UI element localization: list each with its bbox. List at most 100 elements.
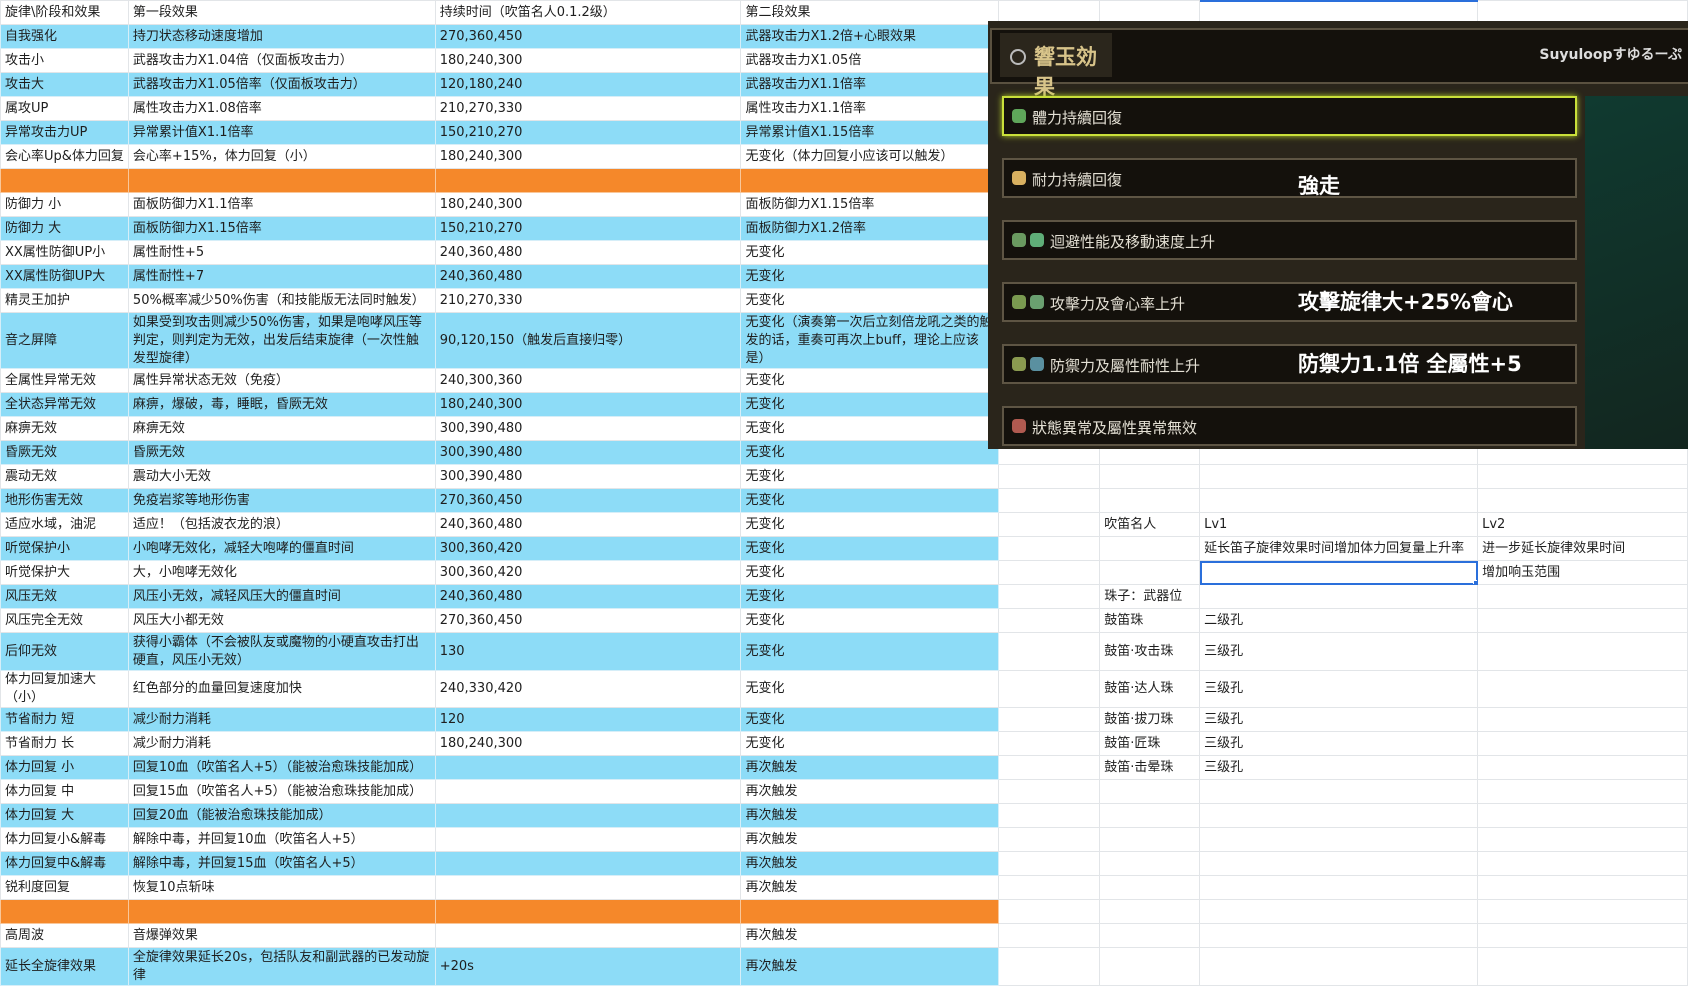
side-cell[interactable] xyxy=(1099,803,1201,828)
table-cell[interactable]: 武器攻击力X1.1倍率 xyxy=(740,72,1000,97)
table-cell[interactable]: 风压大小都无效 xyxy=(127,608,436,633)
side-cell[interactable] xyxy=(998,584,1101,609)
table-cell[interactable]: 面板防御力X1.1倍率 xyxy=(127,192,436,217)
side-cell[interactable] xyxy=(1199,923,1479,948)
table-cell[interactable]: 减少耐力消耗 xyxy=(127,731,436,756)
side-cell[interactable] xyxy=(1477,755,1688,780)
table-cell[interactable]: 无变化 xyxy=(740,560,1000,585)
side-cell[interactable]: 珠子：武器位 xyxy=(1099,584,1201,609)
table-cell[interactable]: 180,240,300 xyxy=(434,48,742,73)
side-cell[interactable] xyxy=(1477,827,1688,852)
table-cell[interactable]: 240,330,420 xyxy=(434,670,742,708)
table-cell[interactable]: 无变化 xyxy=(740,264,1000,289)
side-cell[interactable] xyxy=(1099,779,1201,804)
table-cell[interactable] xyxy=(740,899,1000,924)
table-cell[interactable]: 红色部分的血量回复速度加快 xyxy=(127,670,436,708)
table-cell[interactable]: 属攻UP xyxy=(0,96,129,121)
side-cell[interactable]: 鼓笛·攻击珠 xyxy=(1099,632,1201,671)
side-cell[interactable] xyxy=(1099,560,1201,585)
table-cell[interactable]: 300,390,480 xyxy=(434,440,742,465)
table-cell[interactable]: 210,270,330 xyxy=(434,288,742,313)
side-cell[interactable] xyxy=(1477,779,1688,804)
side-cell[interactable]: Lv2 xyxy=(1477,512,1688,537)
table-cell[interactable]: 50%概率减少50%伤害（和技能版无法同时触发） xyxy=(127,288,436,313)
table-cell[interactable]: 180,240,300 xyxy=(434,731,742,756)
side-cell[interactable] xyxy=(998,560,1101,585)
table-cell[interactable]: 体力回复 小 xyxy=(0,755,129,780)
table-cell[interactable]: 防御力 大 xyxy=(0,216,129,241)
table-cell[interactable] xyxy=(434,851,742,876)
side-cell[interactable] xyxy=(1477,947,1688,986)
table-cell[interactable]: 再次触发 xyxy=(740,779,1000,804)
table-cell[interactable]: 无变化 xyxy=(740,512,1000,537)
table-cell[interactable] xyxy=(434,779,742,804)
table-cell[interactable]: 300,360,420 xyxy=(434,536,742,561)
table-cell[interactable]: 风压完全无效 xyxy=(0,608,129,633)
table-cell[interactable]: 昏厥无效 xyxy=(0,440,129,465)
table-cell[interactable] xyxy=(0,168,129,193)
column-header[interactable]: 第二段效果 xyxy=(740,0,1000,25)
side-cell[interactable] xyxy=(1099,875,1201,900)
table-cell[interactable]: 武器攻击力X1.05倍 xyxy=(740,48,1000,73)
side-cell[interactable] xyxy=(1199,488,1479,513)
side-cell[interactable] xyxy=(1099,947,1201,986)
table-cell[interactable]: 240,360,480 xyxy=(434,240,742,265)
side-cell[interactable] xyxy=(1477,923,1688,948)
table-cell[interactable]: 无变化 xyxy=(740,288,1000,313)
table-cell[interactable]: 属性异常状态无效（免疫） xyxy=(127,368,436,393)
table-cell[interactable]: 270,360,450 xyxy=(434,24,742,49)
table-cell[interactable]: 再次触发 xyxy=(740,803,1000,828)
selected-cell[interactable] xyxy=(1199,560,1479,585)
side-cell[interactable] xyxy=(998,464,1101,489)
table-cell[interactable]: 90,120,150（触发后直接归零） xyxy=(434,312,742,369)
side-cell[interactable] xyxy=(998,512,1101,537)
table-cell[interactable] xyxy=(434,827,742,852)
table-cell[interactable]: 延长全旋律效果 xyxy=(0,947,129,986)
table-cell[interactable]: 无变化 xyxy=(740,440,1000,465)
side-cell[interactable] xyxy=(1477,584,1688,609)
table-cell[interactable]: 240,300,360 xyxy=(434,368,742,393)
side-cell[interactable] xyxy=(998,608,1101,633)
side-cell[interactable] xyxy=(1099,827,1201,852)
side-cell[interactable] xyxy=(1199,779,1479,804)
table-cell[interactable]: 风压小无效，减轻风压大的僵直时间 xyxy=(127,584,436,609)
table-cell[interactable]: 再次触发 xyxy=(740,827,1000,852)
side-cell[interactable] xyxy=(998,707,1101,732)
table-cell[interactable]: 全属性异常无效 xyxy=(0,368,129,393)
table-cell[interactable]: 解除中毒，并回复10血（吹笛名人+5） xyxy=(127,827,436,852)
table-cell[interactable]: 高周波 xyxy=(0,923,129,948)
table-cell[interactable]: 全状态异常无效 xyxy=(0,392,129,417)
table-cell[interactable]: 240,360,480 xyxy=(434,512,742,537)
table-cell[interactable]: 回复15血（吹笛名人+5）（能被治愈珠技能加成） xyxy=(127,779,436,804)
table-cell[interactable]: 全旋律效果延长20s，包括队友和副武器的已发动旋律 xyxy=(127,947,436,986)
table-cell[interactable]: 再次触发 xyxy=(740,875,1000,900)
table-cell[interactable]: 音之屏障 xyxy=(0,312,129,369)
table-cell[interactable]: 再次触发 xyxy=(740,755,1000,780)
table-cell[interactable]: 获得小霸体（不会被队友或魔物的小硬直攻击打出硬直，风压小无效） xyxy=(127,632,436,671)
table-cell[interactable]: 无变化 xyxy=(740,632,1000,671)
table-cell[interactable]: 面板防御力X1.15倍率 xyxy=(740,192,1000,217)
table-cell[interactable]: 无变化 xyxy=(740,608,1000,633)
side-cell[interactable] xyxy=(998,670,1101,708)
table-cell[interactable]: 300,390,480 xyxy=(434,416,742,441)
table-cell[interactable]: 持刀状态移动速度增加 xyxy=(127,24,436,49)
side-cell[interactable]: 二级孔 xyxy=(1199,608,1479,633)
table-cell[interactable]: 适应！（包括波衣龙的浪） xyxy=(127,512,436,537)
table-cell[interactable]: 属性攻击力X1.08倍率 xyxy=(127,96,436,121)
table-cell[interactable]: 精灵王加护 xyxy=(0,288,129,313)
table-cell[interactable]: 再次触发 xyxy=(740,923,1000,948)
side-cell[interactable]: 鼓笛·击晕珠 xyxy=(1099,755,1201,780)
table-cell[interactable] xyxy=(434,168,742,193)
side-cell[interactable]: 增加响玉范围 xyxy=(1477,560,1688,585)
side-cell[interactable] xyxy=(1199,803,1479,828)
table-cell[interactable]: 攻击大 xyxy=(0,72,129,97)
table-cell[interactable]: 自我强化 xyxy=(0,24,129,49)
table-cell[interactable] xyxy=(434,923,742,948)
side-cell[interactable] xyxy=(1199,947,1479,986)
column-header[interactable]: 第一段效果 xyxy=(127,0,436,25)
table-cell[interactable]: 体力回复中&解毒 xyxy=(0,851,129,876)
table-cell[interactable]: 武器攻击力X1.04倍（仅面板攻击力） xyxy=(127,48,436,73)
side-cell[interactable]: 吹笛名人 xyxy=(1099,512,1201,537)
table-cell[interactable]: 无变化 xyxy=(740,670,1000,708)
side-cell[interactable] xyxy=(998,827,1101,852)
